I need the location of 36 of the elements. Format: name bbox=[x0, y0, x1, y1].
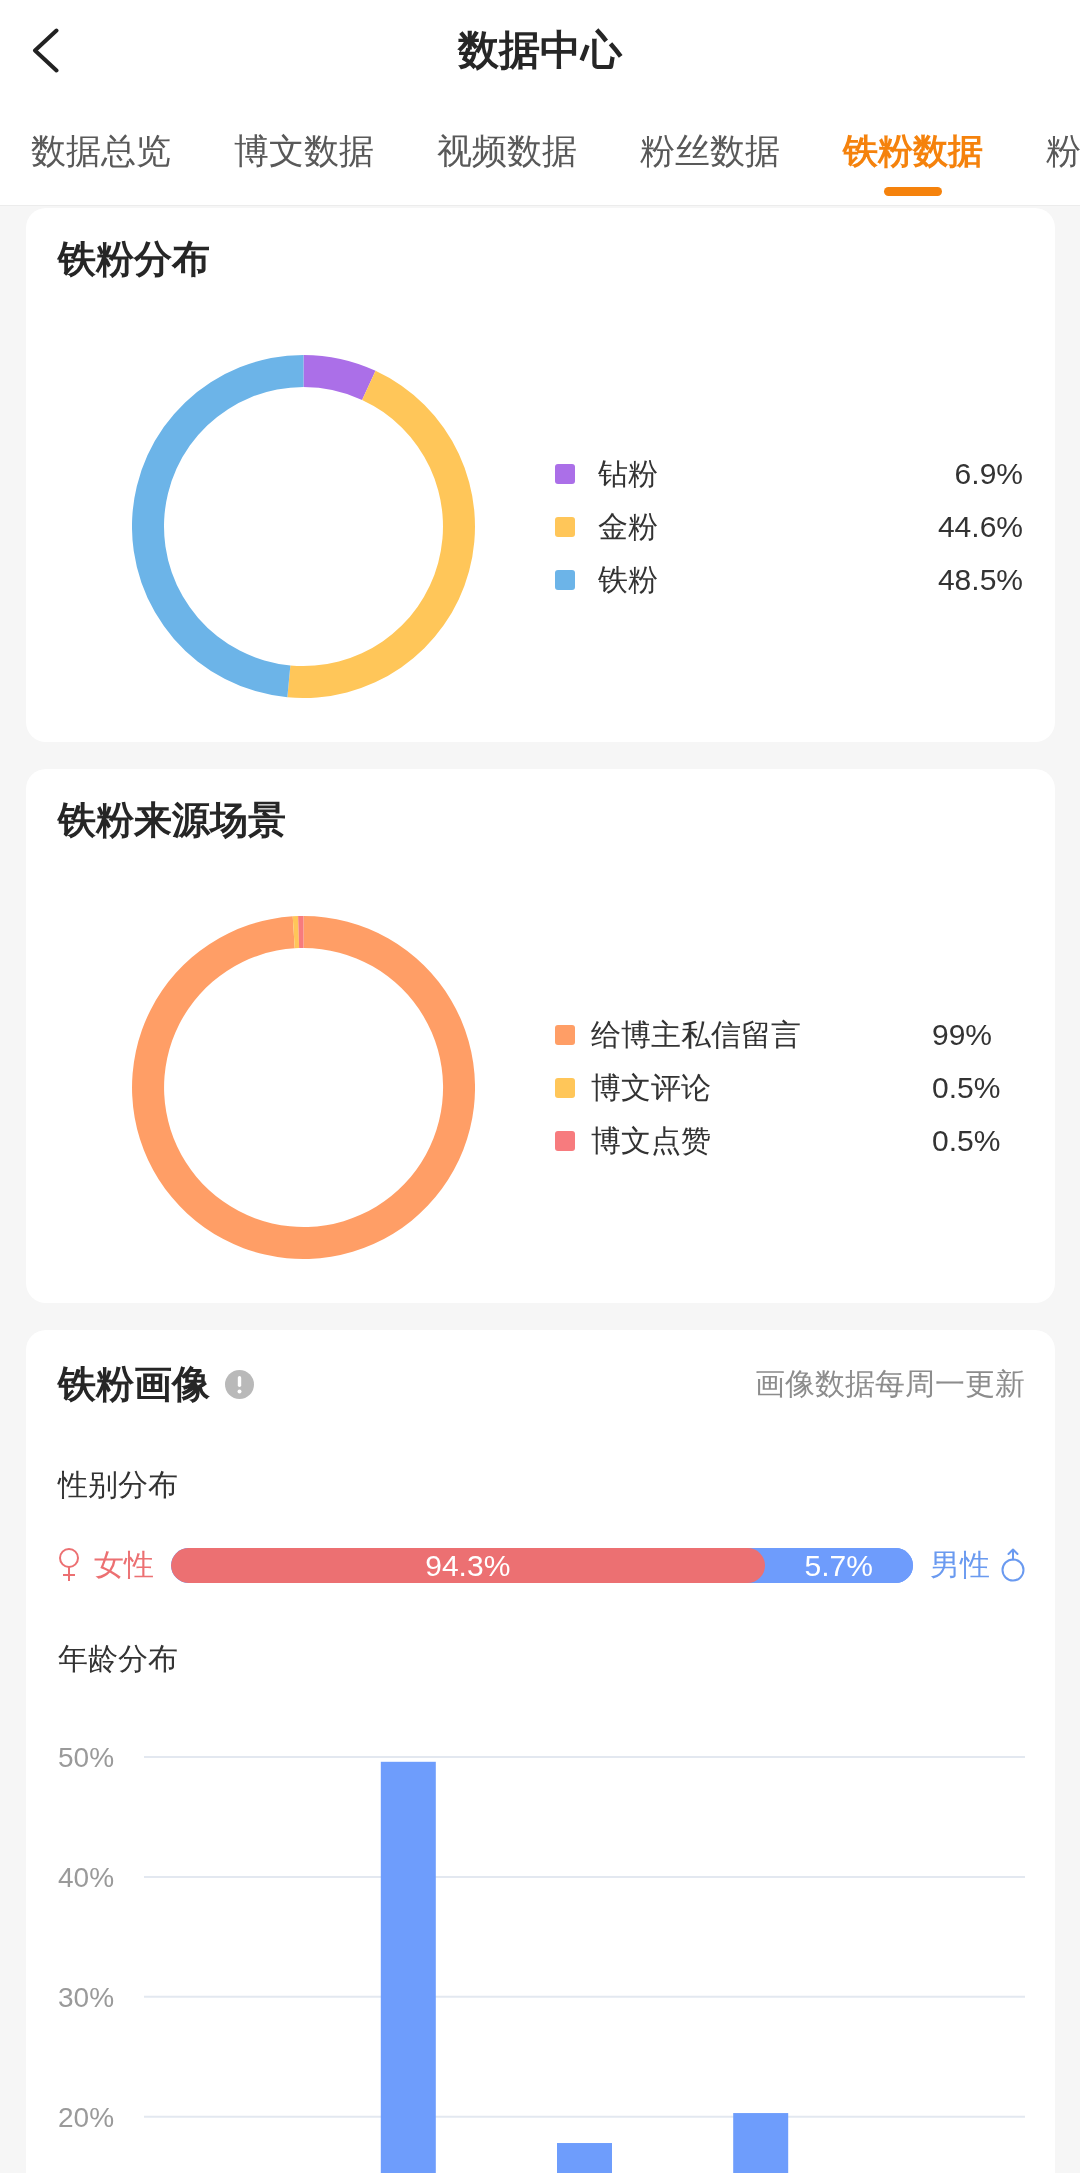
legend-value: 0.5% bbox=[932, 1070, 1001, 1104]
legend-label: 铁粉 bbox=[598, 562, 658, 596]
male-icon bbox=[1001, 1548, 1025, 1582]
chart-bar bbox=[733, 2113, 789, 2173]
update-note: 画像数据每周一更新 bbox=[755, 1366, 1025, 1402]
axis-tick-label: 20% bbox=[58, 2101, 115, 2133]
legend-value: 0.5% bbox=[932, 1123, 1001, 1157]
gender-label: 男性 bbox=[930, 1547, 990, 1583]
gender-label: 女性 bbox=[94, 1547, 154, 1583]
legend-value: 6.9% bbox=[954, 456, 1023, 490]
back-icon[interactable] bbox=[31, 27, 59, 73]
tab[interactable]: 博文数据 bbox=[234, 133, 374, 169]
tab[interactable]: 粉 bbox=[1046, 133, 1080, 169]
subsection-title: 性别分布 bbox=[58, 1467, 178, 1503]
axis-tick-label: 30% bbox=[58, 1981, 115, 2013]
legend-value: 99% bbox=[932, 1017, 993, 1051]
legend-label: 给博主私信留言 bbox=[591, 1017, 801, 1051]
legend-value: 44.6% bbox=[937, 509, 1023, 543]
legend-value: 48.5% bbox=[937, 562, 1023, 596]
section-title: 铁粉来源场景 bbox=[58, 798, 286, 843]
subsection-title: 年龄分布 bbox=[58, 1641, 178, 1677]
page-title: 数据中心 bbox=[458, 26, 622, 75]
section-title: 铁粉分布 bbox=[58, 237, 210, 282]
female-icon bbox=[58, 1548, 80, 1582]
tab[interactable]: 数据总览 bbox=[31, 133, 171, 169]
legend-label: 钻粉 bbox=[598, 456, 658, 490]
axis-tick-label: 40% bbox=[58, 1861, 115, 1893]
section-title: 铁粉画像 bbox=[58, 1362, 210, 1407]
tab[interactable]: 视频数据 bbox=[437, 133, 577, 169]
axis-tick-label: 50% bbox=[58, 1742, 115, 1773]
legend-label: 博文点赞 bbox=[591, 1123, 711, 1157]
legend-label: 博文评论 bbox=[591, 1070, 711, 1104]
legend-label: 金粉 bbox=[598, 509, 658, 543]
female-share-bar: 94.3% bbox=[171, 1547, 765, 1583]
tab[interactable]: 粉丝数据 bbox=[640, 133, 780, 169]
chart-bar bbox=[557, 2143, 612, 2173]
